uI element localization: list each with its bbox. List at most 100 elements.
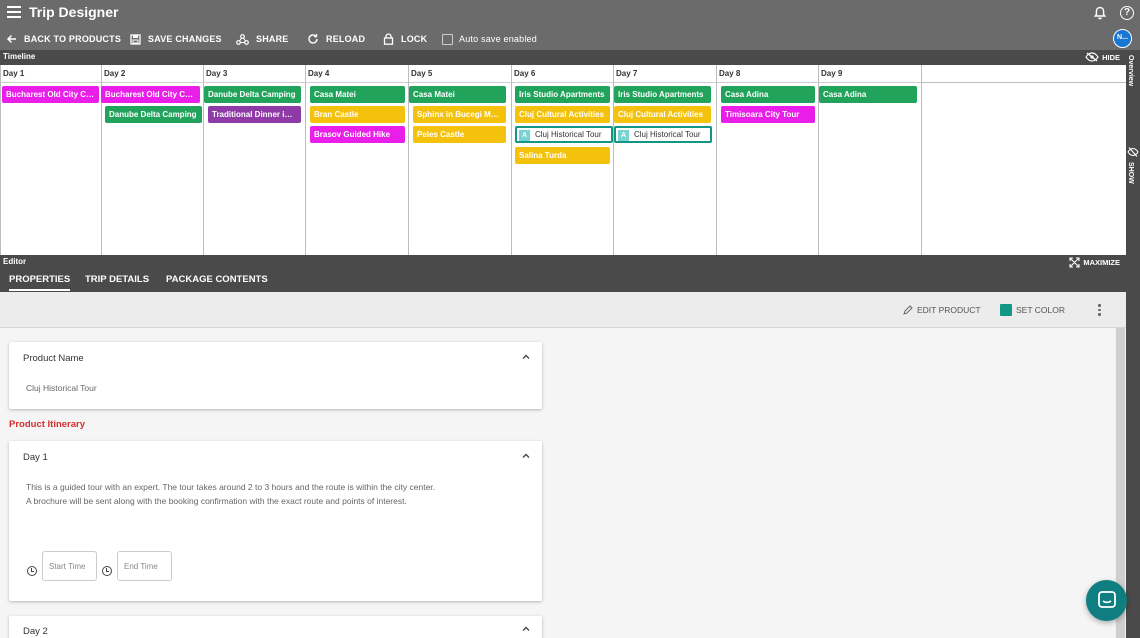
clock-icon	[102, 566, 112, 576]
chip-label: Cluj Historical Tour	[634, 130, 701, 139]
timeline-chip[interactable]: Sphinx in Bucegi Mou...	[413, 106, 506, 123]
product-name-title: Product Name	[23, 353, 84, 364]
share-icon	[236, 33, 249, 45]
timeline-chip[interactable]: Cluj Cultural Activities	[614, 106, 711, 123]
product-name-card: Product Name Cluj Historical Tour	[9, 342, 542, 409]
chevron-up-icon[interactable]	[522, 353, 530, 361]
editor-label: Editor	[3, 257, 27, 266]
app-title: Trip Designer	[29, 4, 119, 20]
day-header: Day 4	[306, 65, 409, 83]
timeline-chip[interactable]: Casa Matei	[409, 86, 506, 103]
lock-label: LOCK	[401, 34, 428, 44]
product-name-value[interactable]: Cluj Historical Tour	[26, 383, 97, 393]
timeline-chip-selected[interactable]: A Cluj Historical Tour	[515, 126, 613, 143]
pencil-icon	[903, 305, 913, 315]
itinerary-day-card: Day 2	[9, 616, 542, 638]
day-column: Day 4	[305, 65, 409, 255]
timeline-chip[interactable]: Iris Studio Apartments	[515, 86, 610, 103]
editor-toolbar: EDIT PRODUCT SET COLOR	[0, 292, 1126, 328]
timeline-chip[interactable]: Peles Castle	[413, 126, 506, 143]
overview-tab[interactable]: Overview	[1127, 55, 1134, 86]
day-column	[921, 65, 922, 255]
day-description-line: A brochure will be sent along with the b…	[26, 496, 407, 506]
timeline-chip[interactable]: Brasov Guided Hike	[310, 126, 405, 143]
autosave-checkbox[interactable]	[442, 33, 453, 45]
reload-button[interactable]: RELOAD	[307, 30, 365, 48]
chevron-up-icon[interactable]	[522, 625, 530, 633]
timeline-label: Timeline	[3, 52, 36, 61]
start-time-input[interactable]: Start Time	[42, 551, 97, 581]
timeline-chip-selected[interactable]: A Cluj Historical Tour	[614, 126, 712, 143]
hide-timeline-button[interactable]: HIDE	[1085, 52, 1120, 62]
show-overview-button[interactable]: SHOW	[1127, 162, 1134, 184]
set-color-label: SET COLOR	[1016, 305, 1065, 315]
tab-package-contents[interactable]: PACKAGE CONTENTS	[166, 274, 268, 285]
timeline-chip[interactable]: Casa Matei	[310, 86, 405, 103]
back-to-products-button[interactable]: BACK TO PRODUCTS	[6, 30, 121, 48]
chip-label: Cluj Historical Tour	[535, 130, 602, 139]
app-bar: Trip Designer ? BACK TO PRODUCTS SAVE CH…	[0, 0, 1140, 50]
timeline-chip[interactable]: Danube Delta Camping	[204, 86, 301, 103]
day-header: Day 1	[1, 65, 102, 83]
color-swatch	[1000, 304, 1012, 316]
day-header: Day 5	[409, 65, 512, 83]
timeline-chip[interactable]: Bran Castle	[310, 106, 405, 123]
timeline-chip[interactable]: Bucharest Old City Ce...	[101, 86, 200, 103]
timeline-chip[interactable]: Cluj Cultural Activities	[515, 106, 610, 123]
save-icon	[130, 33, 141, 45]
day-description-line: This is a guided tour with an expert. Th…	[26, 482, 436, 492]
tab-trip-details[interactable]: TRIP DETAILS	[85, 274, 149, 285]
timeline-chip[interactable]: Danube Delta Camping	[105, 106, 202, 123]
help-icon[interactable]: ?	[1120, 6, 1134, 20]
chevron-up-icon[interactable]	[522, 452, 530, 460]
timeline-chip[interactable]: Traditional Dinner in t...	[208, 106, 301, 123]
timeline-bar: Timeline HIDE	[0, 50, 1126, 65]
lock-icon	[383, 33, 394, 45]
reload-label: RELOAD	[326, 34, 366, 44]
timeline-chip[interactable]: Casa Adina	[819, 86, 917, 103]
menu-icon[interactable]	[7, 6, 21, 20]
day-header: Day 2	[102, 65, 204, 83]
chip-tag: A	[519, 130, 530, 141]
autosave-toggle[interactable]: Auto save enabled	[442, 30, 537, 48]
chat-button[interactable]	[1086, 580, 1127, 621]
notifications-bell-icon[interactable]	[1093, 6, 1107, 20]
timeline-grid: Day 1 Day 2 Day 3 Day 4 Day 5 Day 6 Day …	[0, 65, 1126, 255]
timeline-chip[interactable]: Casa Adina	[721, 86, 815, 103]
maximize-button[interactable]: MAXIMIZE	[1069, 257, 1120, 268]
reload-icon	[308, 34, 318, 44]
set-color-button[interactable]: SET COLOR	[1000, 304, 1065, 316]
day-column: Day 1	[0, 65, 102, 255]
day-header: Day 6	[512, 65, 614, 83]
end-time-input[interactable]: End Time	[117, 551, 172, 581]
product-itinerary-title: Product Itinerary	[9, 419, 86, 430]
avatar[interactable]: N...	[1113, 29, 1132, 48]
eye-off-icon	[1085, 52, 1099, 62]
day-header: Day 9	[819, 65, 922, 83]
day-column: Day 6	[511, 65, 614, 255]
share-button[interactable]: SHARE	[236, 30, 289, 48]
back-label: BACK TO PRODUCTS	[24, 34, 122, 44]
timeline-chip[interactable]: Salina Turda	[515, 147, 610, 164]
timeline-chip[interactable]: Timisoara City Tour	[721, 106, 815, 123]
lock-button[interactable]: LOCK	[383, 30, 427, 48]
maximize-icon	[1069, 257, 1080, 268]
eye-off-icon[interactable]	[1127, 146, 1139, 158]
action-toolbar: BACK TO PRODUCTS SAVE CHANGES SHARE RELO…	[0, 30, 1140, 48]
clock-icon	[27, 566, 37, 576]
day-title: Day 1	[23, 452, 48, 463]
timeline-chip[interactable]: Bucharest Old City Ce...	[2, 86, 99, 103]
editor-bar: Editor MAXIMIZE	[0, 255, 1126, 270]
tab-properties[interactable]: PROPERTIES	[9, 274, 71, 291]
chip-tag: A	[618, 130, 629, 141]
day-header: Day 8	[717, 65, 819, 83]
day-title: Day 2	[23, 626, 48, 637]
edit-product-button[interactable]: EDIT PRODUCT	[903, 305, 981, 315]
chat-icon	[1098, 591, 1116, 608]
save-changes-button[interactable]: SAVE CHANGES	[130, 30, 222, 48]
day-header: Day 3	[204, 65, 306, 83]
maximize-label: MAXIMIZE	[1083, 258, 1120, 267]
hide-label: HIDE	[1102, 52, 1120, 62]
timeline-chip[interactable]: Iris Studio Apartments	[614, 86, 711, 103]
more-options-icon[interactable]	[1098, 304, 1102, 318]
